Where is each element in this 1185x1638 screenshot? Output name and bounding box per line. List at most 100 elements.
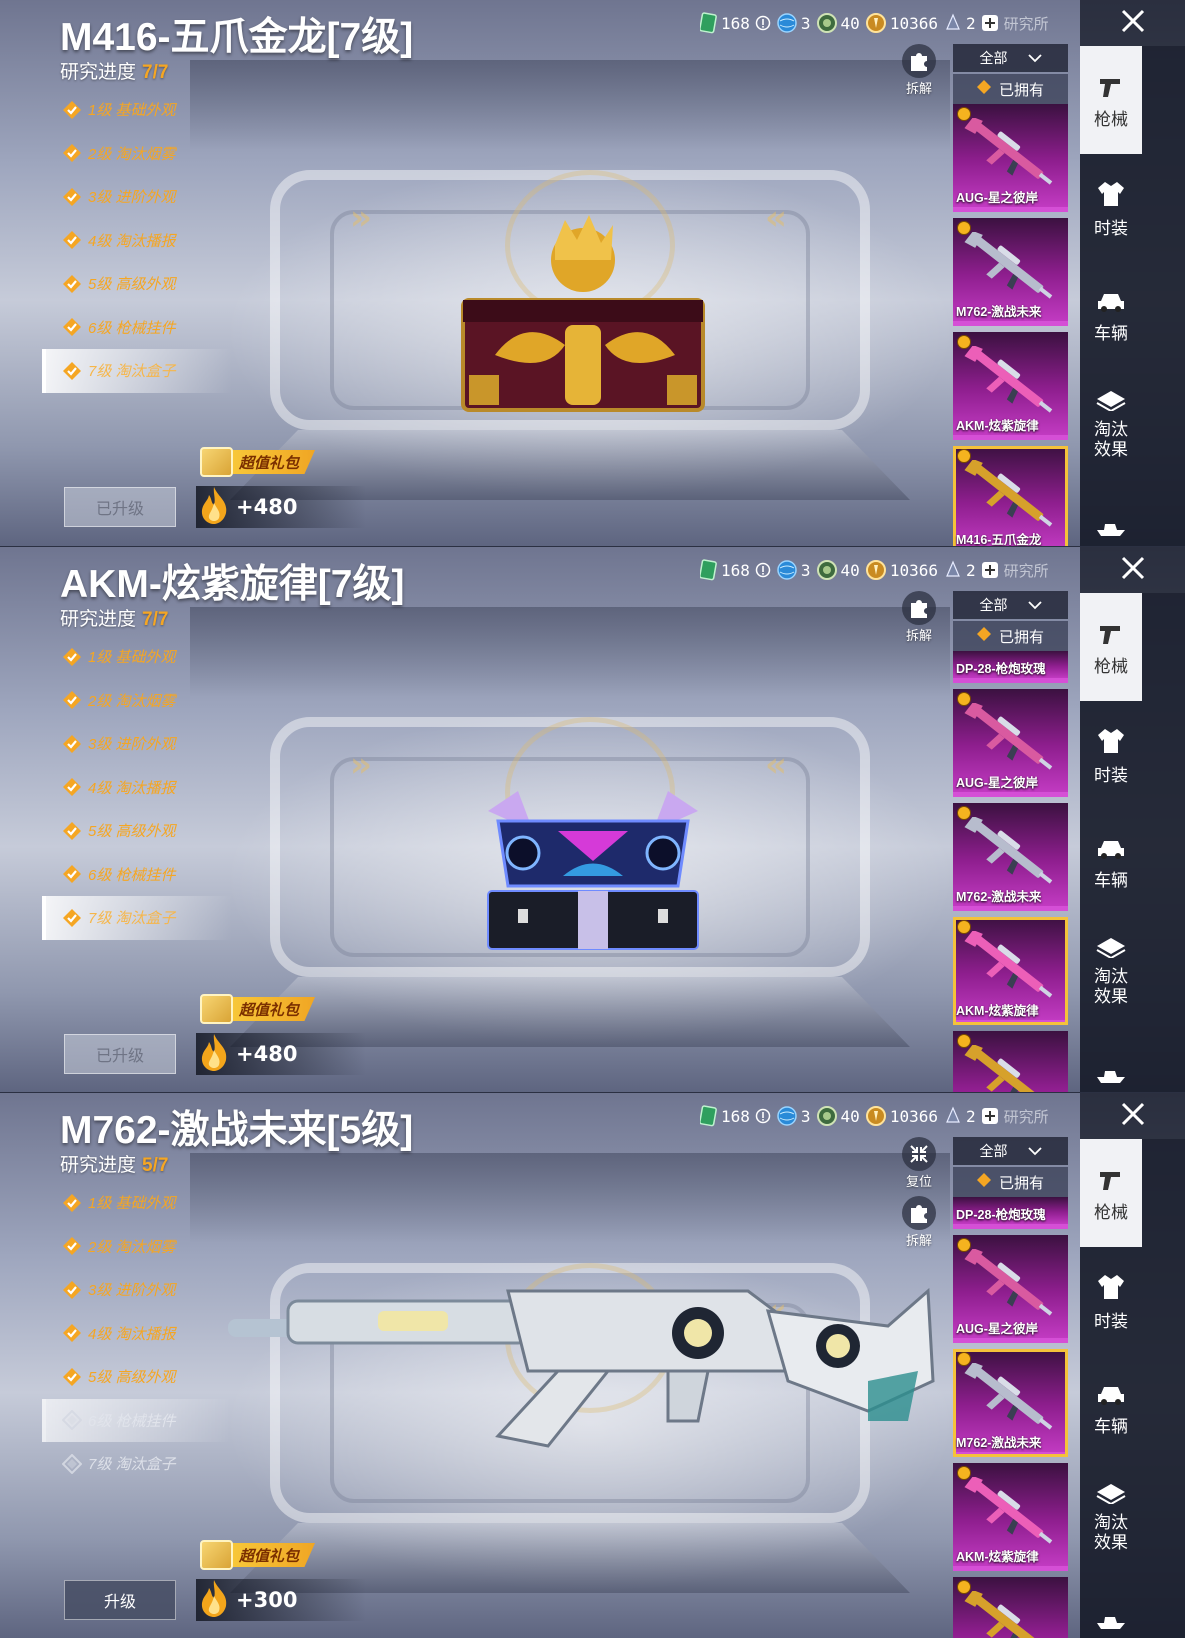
research-level-6[interactable]: 6级 枪械挂件 xyxy=(42,306,232,350)
filter-dropdown[interactable]: 全部 xyxy=(953,44,1068,72)
info-icon[interactable] xyxy=(755,562,771,578)
research-level-4[interactable]: 4级 淘汰播报 xyxy=(42,766,232,810)
ticket-currency[interactable]: 168 xyxy=(700,559,750,581)
upgrade-button[interactable]: 已升级 xyxy=(64,487,176,527)
crystal-currency[interactable]: 2 xyxy=(943,560,976,580)
skin-card[interactable]: M416-五爪金龙 xyxy=(953,446,1068,546)
skin-card[interactable]: AKM-炫紫旋律 xyxy=(953,917,1068,1025)
green-coin-currency[interactable]: 40 xyxy=(816,559,860,581)
category-tab-pistol[interactable]: 枪械 xyxy=(1080,1139,1142,1247)
research-level-1[interactable]: 1级 基础外观 xyxy=(42,635,232,679)
green-coin-currency[interactable]: 40 xyxy=(816,1105,860,1127)
crystal-currency[interactable]: 2 xyxy=(943,13,976,33)
category-tab-boat[interactable] xyxy=(1080,478,1142,546)
research-level-3[interactable]: 3级 进阶外观 xyxy=(42,722,232,766)
research-level-5[interactable]: 5级 高级外观 xyxy=(42,809,232,853)
disassemble-button[interactable]: 拆解 xyxy=(896,591,942,644)
add-currency-icon[interactable] xyxy=(981,14,999,32)
skin-list: DP-28-枪炮玫瑰 AUG-星之彼岸 M762-激战未来 AKM-炫紫旋律 xyxy=(953,1197,1068,1638)
skin-card[interactable]: M762-激战未来 xyxy=(953,1349,1068,1457)
category-tab-outfit[interactable]: 时装 xyxy=(1080,154,1142,262)
category-tab-outfit[interactable]: 时装 xyxy=(1080,1247,1142,1355)
globe-currency[interactable]: 3 xyxy=(776,559,811,581)
category-tab-elimination[interactable]: 淘汰效果 xyxy=(1080,1463,1142,1571)
category-tab-pistol[interactable]: 枪械 xyxy=(1080,593,1142,701)
research-level-2[interactable]: 2级 淘汰烟雾 xyxy=(42,679,232,723)
globe-currency[interactable]: 3 xyxy=(776,1105,811,1127)
owned-filter[interactable]: 已拥有 xyxy=(953,74,1068,104)
close-button[interactable] xyxy=(1080,1093,1185,1139)
category-label: 枪械 xyxy=(1094,109,1128,129)
category-tab-boat[interactable] xyxy=(1080,1571,1142,1638)
info-icon[interactable] xyxy=(755,1108,771,1124)
outfit-icon xyxy=(1095,1271,1127,1308)
add-currency-icon[interactable] xyxy=(981,1107,999,1125)
close-button[interactable] xyxy=(1080,547,1185,593)
progress-value: 7/7 xyxy=(142,62,169,83)
gold-coin-currency[interactable]: 10366 xyxy=(865,12,938,34)
research-level-7[interactable]: 7级 淘汰盒子 xyxy=(42,349,232,393)
skin-card[interactable]: DP-28-枪炮玫瑰 xyxy=(953,1197,1068,1229)
category-tab-elimination[interactable]: 淘汰效果 xyxy=(1080,370,1142,478)
research-level-7[interactable]: 7级 淘汰盒子 xyxy=(42,896,232,940)
ticket-currency[interactable]: 168 xyxy=(700,12,750,34)
owned-filter[interactable]: 已拥有 xyxy=(953,621,1068,651)
skin-card[interactable]: AKM-炫紫旋律 xyxy=(953,1463,1068,1571)
research-level-5[interactable]: 5级 高级外观 xyxy=(42,262,232,306)
category-tab-boat[interactable] xyxy=(1080,1025,1142,1092)
category-tab-elimination[interactable]: 淘汰效果 xyxy=(1080,917,1142,1025)
research-level-7[interactable]: 7级 淘汰盒子 xyxy=(42,1442,232,1486)
skin-card[interactable]: M762-激战未来 xyxy=(953,803,1068,911)
skin-card[interactable]: M762-激战未来 xyxy=(953,218,1068,326)
gift-box-icon xyxy=(200,994,233,1024)
crystal-icon xyxy=(943,1106,963,1126)
gold-coin-currency[interactable]: 10366 xyxy=(865,559,938,581)
crystal-currency[interactable]: 2 xyxy=(943,1106,976,1126)
research-level-2[interactable]: 2级 淘汰烟雾 xyxy=(42,1225,232,1269)
globe-currency[interactable]: 3 xyxy=(776,12,811,34)
skin-card[interactable]: AKM-炫紫旋律 xyxy=(953,332,1068,440)
info-icon[interactable] xyxy=(755,15,771,31)
add-currency-icon[interactable] xyxy=(981,561,999,579)
upgrade-button[interactable]: 已升级 xyxy=(64,1034,176,1074)
research-level-6[interactable]: 6级 枪械挂件 xyxy=(42,853,232,897)
research-level-3[interactable]: 3级 进阶外观 xyxy=(42,1268,232,1312)
upgrade-badge-icon xyxy=(957,221,971,235)
reset-button[interactable]: 复位 xyxy=(896,1137,942,1190)
category-tab-car[interactable]: 车辆 xyxy=(1080,809,1142,917)
skin-card[interactable]: DP-28-枪炮玫瑰 xyxy=(953,651,1068,683)
category-tab-outfit[interactable]: 时装 xyxy=(1080,701,1142,809)
research-level-5[interactable]: 5级 高级外观 xyxy=(42,1355,232,1399)
category-tab-pistol[interactable]: 枪械 xyxy=(1080,46,1142,154)
research-level-list: 1级 基础外观 2级 淘汰烟雾 3级 进阶外观 4级 淘汰播报 5级 高级外观 … xyxy=(42,88,232,393)
research-level-2[interactable]: 2级 淘汰烟雾 xyxy=(42,132,232,176)
research-level-1[interactable]: 1级 基础外观 xyxy=(42,88,232,132)
owned-filter[interactable]: 已拥有 xyxy=(953,1167,1068,1197)
skin-card[interactable]: AUG-星之彼岸 xyxy=(953,1235,1068,1343)
skin-card[interactable] xyxy=(953,1031,1068,1092)
green-coin-currency[interactable]: 40 xyxy=(816,12,860,34)
category-tab-car[interactable]: 车辆 xyxy=(1080,262,1142,370)
category-tab-car[interactable]: 车辆 xyxy=(1080,1355,1142,1463)
value-gift-pack[interactable]: 超值礼包 xyxy=(200,1540,315,1570)
gold-coin-currency[interactable]: 10366 xyxy=(865,1105,938,1127)
skin-card[interactable]: AUG-星之彼岸 xyxy=(953,104,1068,212)
ticket-currency[interactable]: 168 xyxy=(700,1105,750,1127)
research-level-4[interactable]: 4级 淘汰播报 xyxy=(42,1312,232,1356)
value-gift-pack[interactable]: 超值礼包 xyxy=(200,994,315,1024)
filter-dropdown[interactable]: 全部 xyxy=(953,591,1068,619)
close-button[interactable] xyxy=(1080,0,1185,46)
category-label: 车辆 xyxy=(1094,1416,1128,1436)
research-level-4[interactable]: 4级 淘汰播报 xyxy=(42,219,232,263)
disassemble-button[interactable]: 拆解 xyxy=(896,1196,942,1249)
research-level-1[interactable]: 1级 基础外观 xyxy=(42,1181,232,1225)
disassemble-button[interactable]: 拆解 xyxy=(896,44,942,97)
research-level-6[interactable]: 6级 枪械挂件 xyxy=(42,1398,232,1442)
upgrade-button[interactable]: 升级 xyxy=(64,1580,176,1620)
research-level-3[interactable]: 3级 进阶外观 xyxy=(42,175,232,219)
skin-name: AUG-星之彼岸 xyxy=(956,1322,1038,1336)
skin-card[interactable] xyxy=(953,1577,1068,1638)
filter-dropdown[interactable]: 全部 xyxy=(953,1137,1068,1165)
skin-card[interactable]: AUG-星之彼岸 xyxy=(953,689,1068,797)
value-gift-pack[interactable]: 超值礼包 xyxy=(200,447,315,477)
